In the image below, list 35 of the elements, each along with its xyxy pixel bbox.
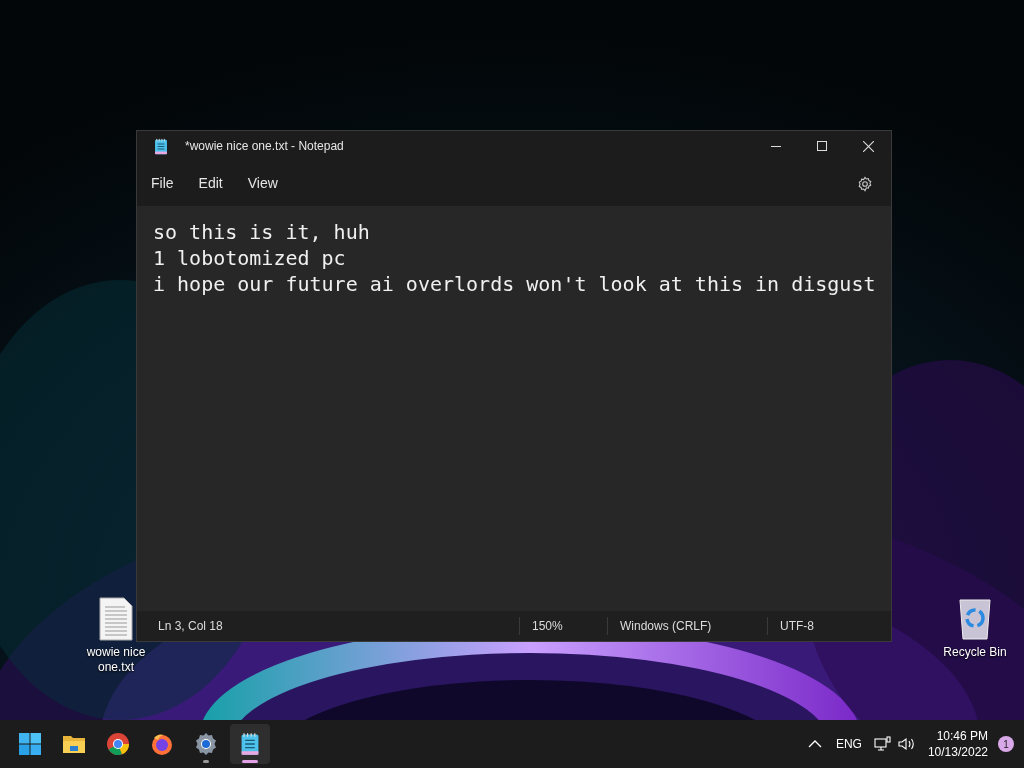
browser-icon xyxy=(106,732,130,756)
text-line: 1 lobotomized pc xyxy=(153,245,346,271)
running-indicator xyxy=(242,760,258,763)
zoom-level: 150% xyxy=(532,618,563,635)
notepad-icon xyxy=(154,137,168,155)
encoding: UTF-8 xyxy=(780,618,814,635)
menu-item[interactable]: File xyxy=(141,169,184,198)
line-ending: Windows (CRLF) xyxy=(620,618,712,635)
chevron-up-icon[interactable] xyxy=(807,739,822,749)
gear-icon xyxy=(194,732,218,756)
language-indicator[interactable]: ENG xyxy=(835,735,862,753)
clock-date[interactable]: 10/13/2022 xyxy=(927,744,988,760)
notification-badge[interactable]: 1 xyxy=(998,736,1014,752)
windows-logo-icon xyxy=(18,732,42,756)
recycle-bin-icon xyxy=(957,597,993,641)
text-area[interactable]: so this is it, huh 1 lobotomized pc i hope our future ai overlords won't look at this in disgust xyxy=(137,206,891,611)
menu-item[interactable]: Edit xyxy=(188,169,233,198)
close-icon xyxy=(862,140,874,152)
minimize-icon xyxy=(771,145,781,147)
desktop-icon-label[interactable]: Recycle Bin xyxy=(943,645,1007,660)
desktop-icon-label[interactable]: wowie nice one.txt xyxy=(78,645,154,675)
text-file-icon xyxy=(98,597,134,641)
window-title: *wowie nice one.txt - Notepad xyxy=(185,138,344,155)
settings-icon[interactable] xyxy=(857,175,873,192)
network-icon[interactable] xyxy=(873,736,892,752)
text-line: so this is it, huh xyxy=(153,219,370,245)
text-line: i hope our future ai overlords won't look at this in disgust xyxy=(153,271,876,297)
taskbar-button[interactable] xyxy=(230,724,270,764)
menu-item[interactable]: View xyxy=(237,169,288,198)
cursor-position: Ln 3, Col 18 xyxy=(158,618,223,635)
speaker-icon[interactable] xyxy=(897,736,916,752)
clock-time[interactable]: 10:46 PM xyxy=(936,728,988,744)
running-indicator xyxy=(203,760,209,763)
fox-globe-icon xyxy=(150,732,174,756)
maximize-icon xyxy=(817,141,827,151)
